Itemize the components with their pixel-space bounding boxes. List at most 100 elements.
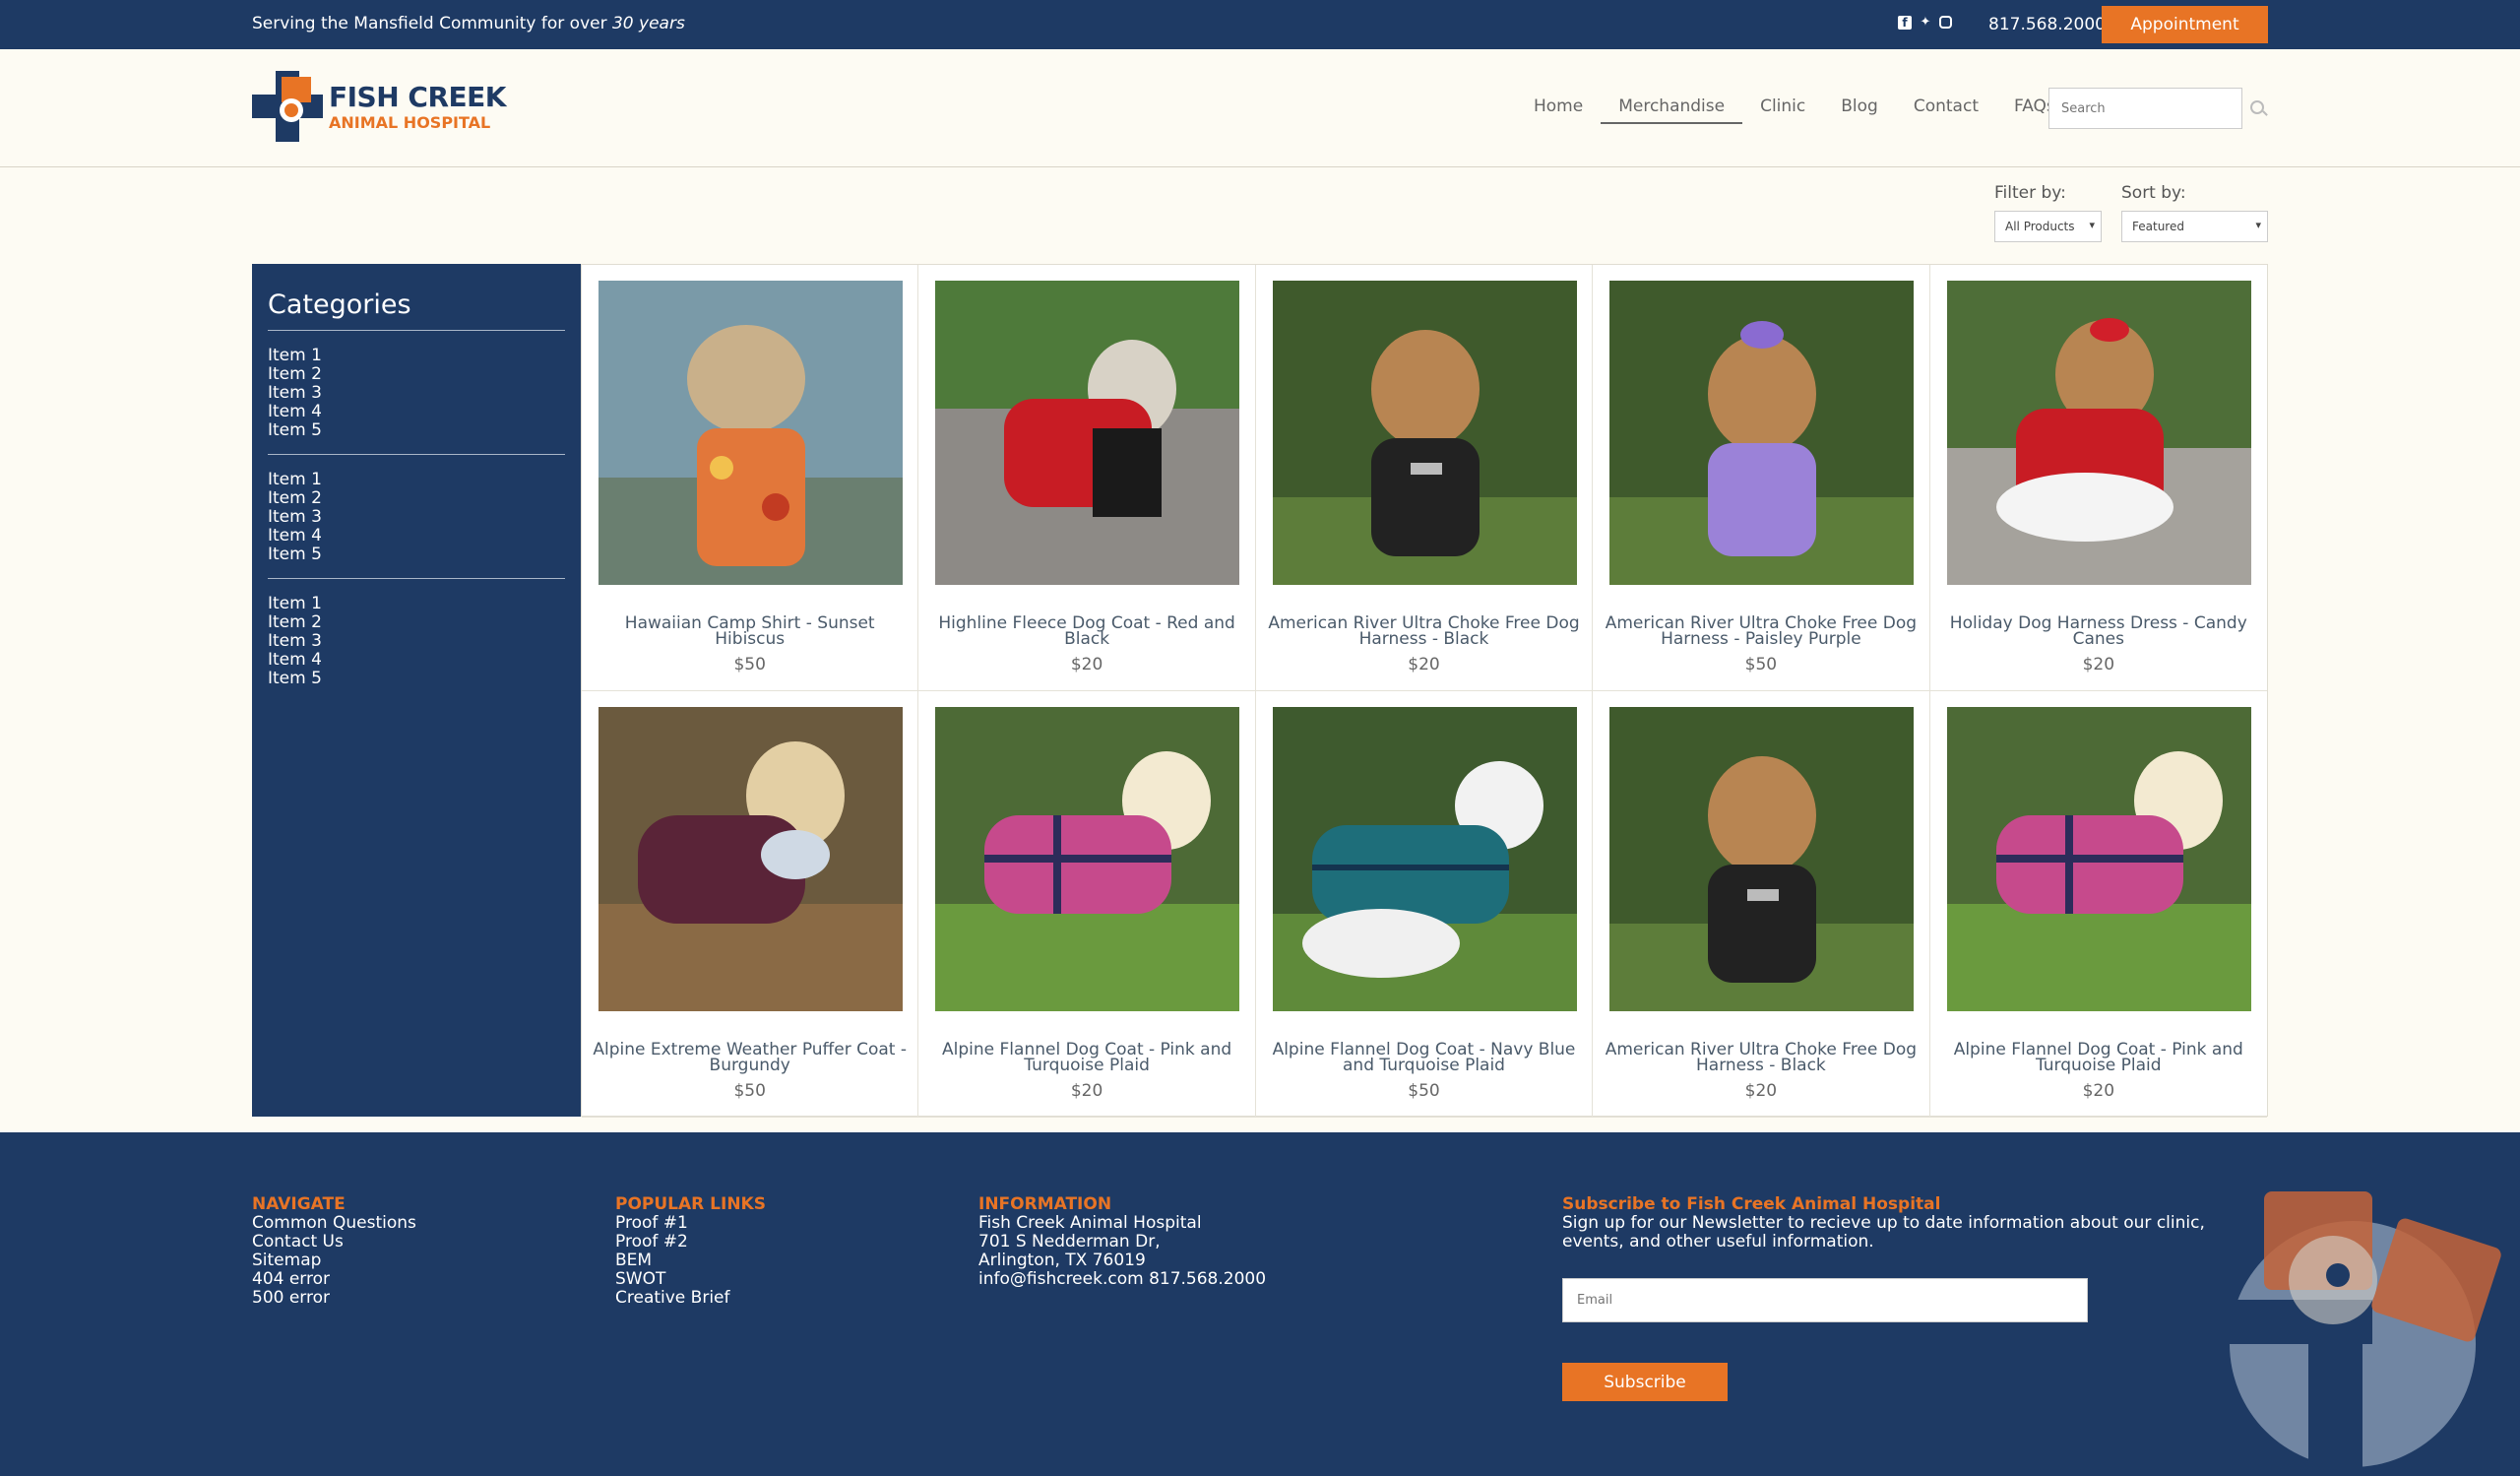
- product-title[interactable]: Holiday Dog Harness Dress - Candy Canes: [1940, 615, 2257, 648]
- product-card[interactable]: American River Ultra Choke Free Dog Harn…: [1593, 265, 1930, 691]
- category-item[interactable]: Item 5: [268, 670, 565, 688]
- product-card[interactable]: American River Ultra Choke Free Dog Harn…: [1593, 691, 1930, 1118]
- product-image[interactable]: [935, 281, 1240, 585]
- nav-blog[interactable]: Blog: [1823, 96, 1896, 124]
- category-item[interactable]: Item 1: [268, 595, 565, 613]
- mascot-icon: [2225, 1191, 2501, 1476]
- product-image[interactable]: [1272, 707, 1577, 1011]
- phone-number[interactable]: 817.568.2000 |: [1988, 15, 2116, 34]
- category-item[interactable]: Item 1: [268, 471, 565, 489]
- footer-information: INFORMATION Fish Creek Animal Hospital 7…: [978, 1195, 1266, 1289]
- instagram-icon[interactable]: [1939, 16, 1952, 29]
- category-item[interactable]: Item 5: [268, 545, 565, 564]
- tagline: Serving the Mansfield Community for over…: [252, 14, 685, 33]
- product-image[interactable]: [1946, 707, 2251, 1011]
- product-card[interactable]: Hawaiian Camp Shirt - Sunset Hibiscus $5…: [582, 265, 919, 691]
- product-card[interactable]: Alpine Flannel Dog Coat - Pink and Turqu…: [918, 691, 1256, 1118]
- footer-heading: INFORMATION: [978, 1194, 1112, 1214]
- tagline-text: Serving the Mansfield Community for over: [252, 14, 607, 33]
- footer-info-line[interactable]: info@fishcreek.com 817.568.2000: [978, 1270, 1266, 1289]
- category-item[interactable]: Item 4: [268, 651, 565, 670]
- top-bar: Serving the Mansfield Community for over…: [0, 0, 2520, 49]
- product-card[interactable]: Alpine Flannel Dog Coat - Navy Blue and …: [1255, 691, 1594, 1118]
- product-card[interactable]: Alpine Extreme Weather Puffer Coat - Bur…: [582, 691, 919, 1118]
- category-item[interactable]: Item 5: [268, 421, 565, 440]
- product-price: $20: [1070, 655, 1103, 674]
- email-field[interactable]: [1562, 1278, 2088, 1322]
- search-icon[interactable]: [2250, 100, 2264, 114]
- search-input[interactable]: [2048, 88, 2242, 129]
- product-title[interactable]: Alpine Extreme Weather Puffer Coat - Bur…: [592, 1042, 908, 1074]
- product-price: $50: [733, 1081, 766, 1101]
- product-title[interactable]: Hawaiian Camp Shirt - Sunset Hibiscus: [592, 615, 908, 648]
- product-card[interactable]: Holiday Dog Harness Dress - Candy Canes …: [1929, 265, 2267, 691]
- category-item[interactable]: Item 2: [268, 365, 565, 384]
- footer-link[interactable]: Contact Us: [252, 1233, 416, 1251]
- main-nav: Home Merchandise Clinic Blog Contact FAQ…: [1516, 96, 2073, 124]
- product-image[interactable]: [935, 707, 1240, 1011]
- product-title[interactable]: Alpine Flannel Dog Coat - Pink and Turqu…: [1940, 1042, 2257, 1074]
- product-image[interactable]: [598, 707, 903, 1011]
- footer-popular-links: POPULAR LINKS Proof #1 Proof #2 BEM SWOT…: [615, 1195, 766, 1308]
- footer-link[interactable]: Proof #1: [615, 1214, 766, 1233]
- nav-contact[interactable]: Contact: [1896, 96, 1996, 124]
- footer-info-line: Arlington, TX 76019: [978, 1251, 1146, 1270]
- category-item[interactable]: Item 3: [268, 384, 565, 403]
- category-group: Item 1 Item 2 Item 3 Item 4 Item 5: [268, 331, 565, 455]
- footer-link[interactable]: BEM: [615, 1251, 766, 1270]
- filter-label: Filter by:: [1994, 183, 2066, 203]
- product-image[interactable]: [1609, 281, 1915, 585]
- filter-select[interactable]: All Products: [1994, 211, 2102, 242]
- logo[interactable]: FISH CREEK ANIMAL HOSPITAL: [252, 71, 508, 142]
- product-image[interactable]: [1946, 281, 2251, 585]
- product-card[interactable]: Alpine Flannel Dog Coat - Pink and Turqu…: [1929, 691, 2267, 1118]
- footer-info-line: Fish Creek Animal Hospital: [978, 1213, 1202, 1233]
- site-header: FISH CREEK ANIMAL HOSPITAL Home Merchand…: [0, 49, 2520, 167]
- product-title[interactable]: Alpine Flannel Dog Coat - Navy Blue and …: [1266, 1042, 1582, 1074]
- product-image[interactable]: [598, 281, 903, 585]
- category-item[interactable]: Item 3: [268, 508, 565, 527]
- footer-link[interactable]: 500 error: [252, 1289, 416, 1308]
- footer-link[interactable]: Proof #2: [615, 1233, 766, 1251]
- category-item[interactable]: Item 2: [268, 489, 565, 508]
- product-title[interactable]: Alpine Flannel Dog Coat - Pink and Turqu…: [928, 1042, 1244, 1074]
- product-price: $50: [733, 655, 766, 674]
- product-title[interactable]: American River Ultra Choke Free Dog Harn…: [1266, 615, 1582, 648]
- category-item[interactable]: Item 2: [268, 613, 565, 632]
- product-card[interactable]: American River Ultra Choke Free Dog Harn…: [1255, 265, 1594, 691]
- subscribe-text: Sign up for our Newsletter to recieve up…: [1562, 1213, 2205, 1251]
- category-item[interactable]: Item 1: [268, 347, 565, 365]
- sort-select[interactable]: Featured: [2121, 211, 2268, 242]
- category-group: Item 1 Item 2 Item 3 Item 4 Item 5: [268, 455, 565, 579]
- product-card[interactable]: Highline Fleece Dog Coat - Red and Black…: [918, 265, 1256, 691]
- footer-link[interactable]: Sitemap: [252, 1251, 416, 1270]
- product-grid: Hawaiian Camp Shirt - Sunset Hibiscus $5…: [581, 264, 2268, 1118]
- appointment-button[interactable]: Appointment: [2102, 6, 2268, 43]
- footer-link[interactable]: SWOT: [615, 1270, 766, 1289]
- nav-merchandise[interactable]: Merchandise: [1601, 96, 1743, 124]
- subscribe-button[interactable]: Subscribe: [1562, 1363, 1728, 1401]
- footer-subscribe: Subscribe to Fish Creek Animal Hospital …: [1562, 1195, 2261, 1251]
- footer-navigate: NAVIGATE Common Questions Contact Us Sit…: [252, 1195, 416, 1308]
- product-price: $50: [1408, 1081, 1440, 1101]
- footer-heading: NAVIGATE: [252, 1194, 346, 1214]
- product-image[interactable]: [1609, 707, 1915, 1011]
- category-group: Item 1 Item 2 Item 3 Item 4 Item 5: [268, 579, 565, 702]
- product-title[interactable]: Highline Fleece Dog Coat - Red and Black: [928, 615, 1244, 648]
- nav-clinic[interactable]: Clinic: [1742, 96, 1823, 124]
- footer-link[interactable]: Creative Brief: [615, 1289, 766, 1308]
- category-item[interactable]: Item 4: [268, 403, 565, 421]
- twitter-icon[interactable]: ✦: [1919, 16, 1932, 30]
- footer-link[interactable]: Common Questions: [252, 1214, 416, 1233]
- product-price: $20: [2082, 1081, 2115, 1101]
- product-price: $20: [1070, 1081, 1103, 1101]
- product-title[interactable]: American River Ultra Choke Free Dog Harn…: [1603, 615, 1919, 648]
- category-item[interactable]: Item 4: [268, 527, 565, 545]
- product-title[interactable]: American River Ultra Choke Free Dog Harn…: [1603, 1042, 1919, 1074]
- nav-home[interactable]: Home: [1516, 96, 1601, 124]
- facebook-icon[interactable]: f: [1898, 16, 1912, 30]
- category-item[interactable]: Item 3: [268, 632, 565, 651]
- product-image[interactable]: [1272, 281, 1577, 585]
- footer-link[interactable]: 404 error: [252, 1270, 416, 1289]
- logo-cross-icon: [252, 71, 323, 142]
